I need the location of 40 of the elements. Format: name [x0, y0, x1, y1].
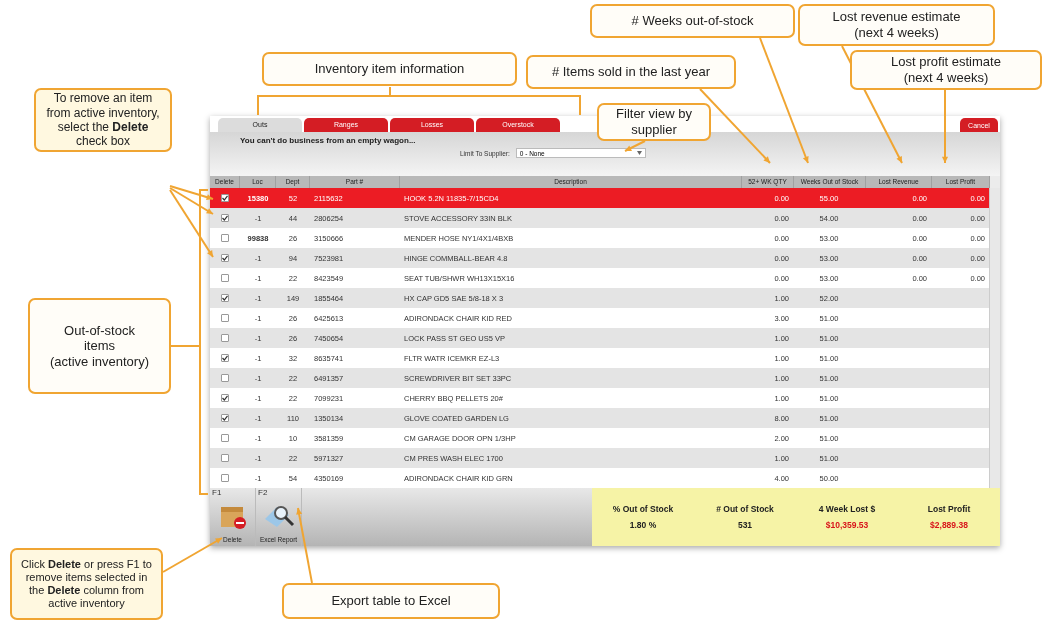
checkbox[interactable]	[221, 214, 229, 222]
checkbox[interactable]	[221, 354, 229, 362]
checkbox[interactable]	[221, 414, 229, 422]
summary-value: 531	[736, 520, 754, 530]
status-message: You can't do business from an empty wagon...	[240, 136, 417, 145]
checkbox[interactable]	[221, 294, 229, 302]
checkbox[interactable]	[221, 454, 229, 462]
checkbox[interactable]	[221, 474, 229, 482]
callout: Lost profit estimate (next 4 weeks)	[850, 50, 1042, 90]
checkbox[interactable]	[221, 234, 229, 242]
summary-value: $2,889.38	[929, 520, 969, 530]
checkbox[interactable]	[221, 374, 229, 382]
callout: # Weeks out-of-stock	[590, 4, 795, 38]
checkbox[interactable]	[221, 194, 229, 202]
checkbox[interactable]	[221, 394, 229, 402]
scrollbar[interactable]	[989, 188, 1000, 488]
callout: Lost revenue estimate (next 4 weeks)	[798, 4, 995, 46]
callout: Export table to Excel	[282, 583, 500, 619]
callout: Click Delete or press F1 to remove items selected in the Delete column from active inventory	[10, 548, 163, 620]
shortcut-key: F2	[258, 488, 268, 497]
summary-value: $10,359.53	[824, 520, 870, 530]
callout: # Items sold in the last year	[526, 55, 736, 89]
callout: Filter view by supplier	[597, 103, 711, 141]
dropdown-caret-icon	[636, 151, 642, 155]
checkbox[interactable]	[221, 434, 229, 442]
checkbox[interactable]	[221, 314, 229, 322]
callout: Inventory item information	[262, 52, 517, 86]
summary-label: 4 Week Lost $	[817, 504, 877, 514]
checkbox[interactable]	[221, 334, 229, 342]
summary-value: 1.80 %	[628, 520, 658, 530]
checkbox[interactable]	[221, 254, 229, 262]
shortcut-key: F1	[212, 488, 222, 497]
summary-label: % Out of Stock	[611, 504, 675, 514]
summary-label: Lost Profit	[926, 504, 972, 514]
checkbox[interactable]	[221, 274, 229, 282]
callout: To remove an item from active inventory, select the Delete check box	[34, 88, 172, 152]
callout-arrow	[624, 140, 646, 152]
callout: Out-of-stock items (active inventory)	[28, 298, 171, 394]
summary-label: # Out of Stock	[715, 504, 775, 514]
callout-arrow	[162, 537, 223, 573]
